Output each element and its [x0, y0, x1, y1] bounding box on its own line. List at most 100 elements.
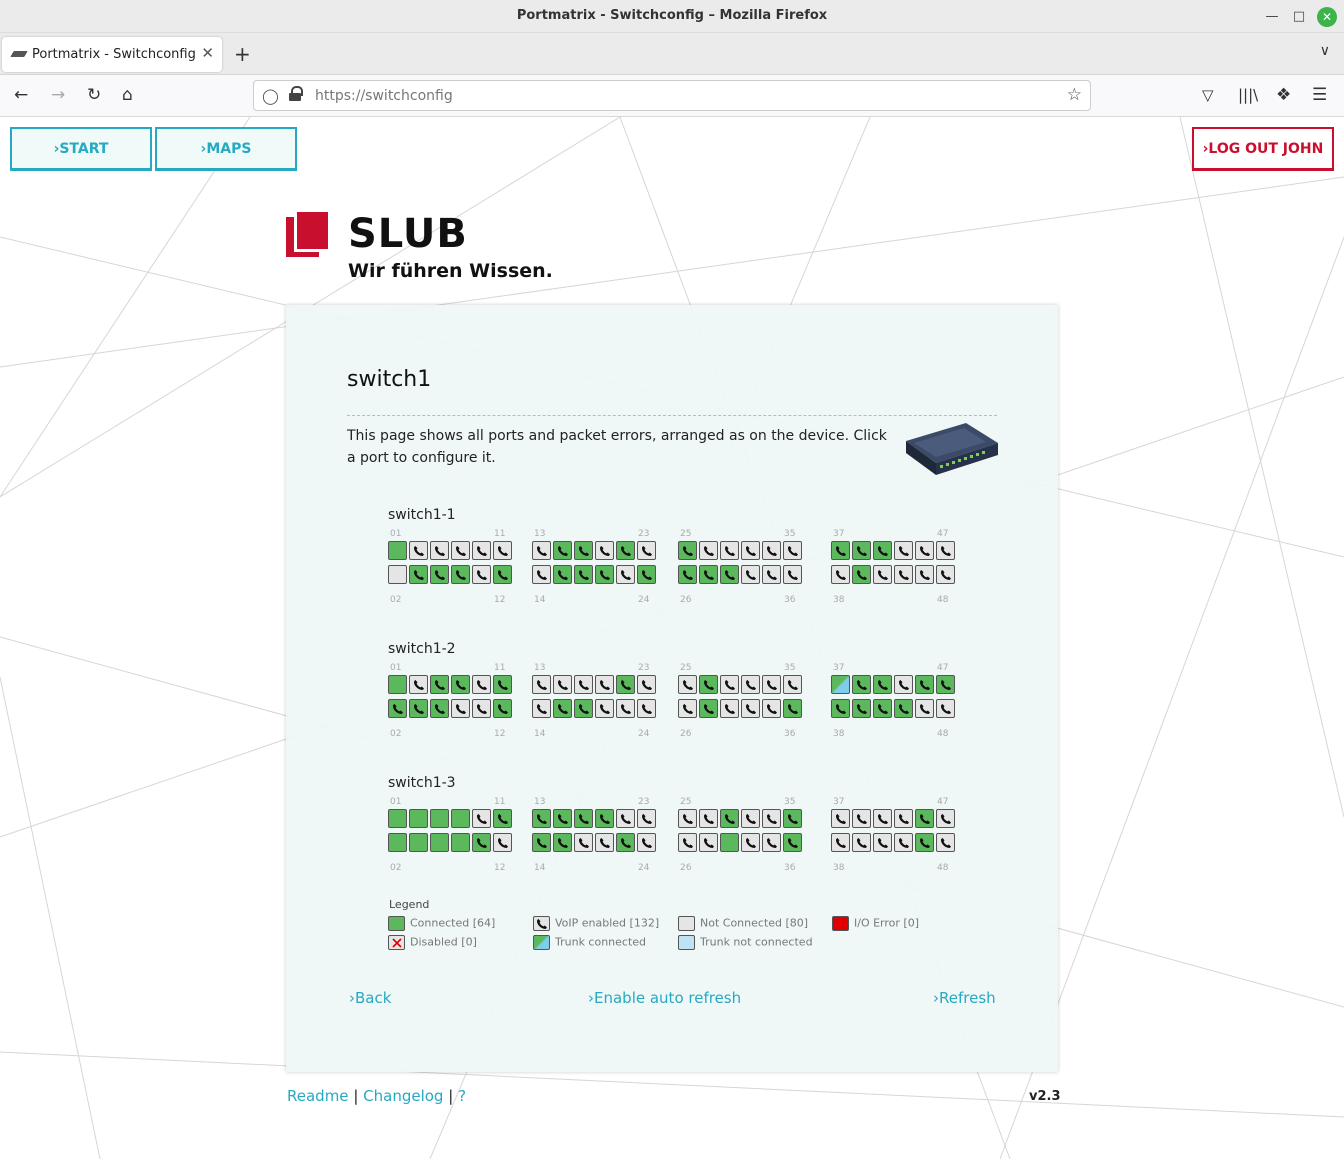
- switch-port[interactable]: [894, 565, 913, 584]
- switch-port[interactable]: [894, 833, 913, 852]
- extensions-icon[interactable]: ❖: [1276, 85, 1291, 105]
- switch-port[interactable]: [936, 809, 955, 828]
- switch-port[interactable]: [936, 699, 955, 718]
- switch-port[interactable]: [451, 833, 470, 852]
- refresh-link[interactable]: ›Refresh: [933, 989, 996, 1007]
- switch-port[interactable]: [553, 809, 572, 828]
- switch-port[interactable]: [595, 809, 614, 828]
- forward-icon[interactable]: →: [51, 85, 65, 105]
- switch-port[interactable]: [852, 675, 871, 694]
- switch-port[interactable]: [873, 541, 892, 560]
- switch-port[interactable]: [637, 833, 656, 852]
- home-icon[interactable]: ⌂: [122, 85, 133, 105]
- switch-port[interactable]: [699, 675, 718, 694]
- switch-port[interactable]: [678, 675, 697, 694]
- switch-port[interactable]: [678, 565, 697, 584]
- switch-port[interactable]: [637, 675, 656, 694]
- switch-port[interactable]: [852, 565, 871, 584]
- switch-port[interactable]: [595, 699, 614, 718]
- switch-port[interactable]: [873, 675, 892, 694]
- switch-port[interactable]: [936, 541, 955, 560]
- switch-port[interactable]: [852, 833, 871, 852]
- switch-port[interactable]: [915, 809, 934, 828]
- switch-port[interactable]: [783, 809, 802, 828]
- switch-port[interactable]: [699, 541, 718, 560]
- switch-port[interactable]: [430, 675, 449, 694]
- maximize-icon[interactable]: □: [1289, 7, 1309, 27]
- switch-port[interactable]: [595, 833, 614, 852]
- reload-icon[interactable]: ↻: [87, 85, 101, 105]
- switch-port[interactable]: [472, 833, 491, 852]
- switch-port[interactable]: [595, 541, 614, 560]
- browser-tab[interactable]: Portmatrix - Switchconfig ✕: [2, 37, 222, 72]
- switch-port[interactable]: [678, 809, 697, 828]
- switch-port[interactable]: [451, 699, 470, 718]
- switch-port[interactable]: [532, 565, 551, 584]
- switch-port[interactable]: [678, 541, 697, 560]
- switch-port[interactable]: [783, 699, 802, 718]
- changelog-link[interactable]: Changelog: [363, 1087, 443, 1105]
- switch-port[interactable]: [553, 541, 572, 560]
- switch-port[interactable]: [616, 833, 635, 852]
- back-icon[interactable]: ←: [14, 85, 28, 105]
- switch-port[interactable]: [493, 699, 512, 718]
- auto-refresh-link[interactable]: ›Enable auto refresh: [588, 989, 741, 1007]
- switch-port[interactable]: [388, 565, 407, 584]
- switch-port[interactable]: [409, 565, 428, 584]
- switch-port[interactable]: [493, 565, 512, 584]
- switch-port[interactable]: [762, 809, 781, 828]
- switch-port[interactable]: [936, 565, 955, 584]
- switch-port[interactable]: [699, 833, 718, 852]
- close-window-icon[interactable]: ✕: [1317, 7, 1337, 27]
- switch-port[interactable]: [831, 541, 850, 560]
- switch-port[interactable]: [720, 675, 739, 694]
- maps-button[interactable]: ›MAPS: [155, 127, 297, 171]
- switch-port[interactable]: [852, 699, 871, 718]
- switch-port[interactable]: [741, 675, 760, 694]
- switch-port[interactable]: [616, 675, 635, 694]
- switch-port[interactable]: [430, 699, 449, 718]
- switch-port[interactable]: [936, 675, 955, 694]
- bookmark-star-icon[interactable]: ☆: [1067, 85, 1082, 105]
- switch-port[interactable]: [783, 541, 802, 560]
- switch-port[interactable]: [388, 809, 407, 828]
- switch-port[interactable]: [637, 699, 656, 718]
- lock-icon[interactable]: [289, 86, 303, 101]
- shield-icon[interactable]: ◯: [262, 87, 279, 105]
- switch-port[interactable]: [532, 699, 551, 718]
- switch-port[interactable]: [553, 833, 572, 852]
- switch-port[interactable]: [678, 833, 697, 852]
- minimize-icon[interactable]: —: [1262, 7, 1282, 27]
- switch-port[interactable]: [894, 675, 913, 694]
- switch-port[interactable]: [388, 675, 407, 694]
- switch-port[interactable]: [699, 565, 718, 584]
- switch-port[interactable]: [783, 675, 802, 694]
- switch-port[interactable]: [741, 699, 760, 718]
- switch-port[interactable]: [741, 565, 760, 584]
- switch-port[interactable]: [553, 565, 572, 584]
- library-icon[interactable]: |||\: [1238, 85, 1258, 105]
- switch-port[interactable]: [741, 809, 760, 828]
- switch-port[interactable]: [532, 675, 551, 694]
- switch-port[interactable]: [409, 541, 428, 560]
- switch-port[interactable]: [574, 675, 593, 694]
- start-button[interactable]: ›START: [10, 127, 152, 171]
- switch-port[interactable]: [388, 833, 407, 852]
- help-link[interactable]: ?: [458, 1087, 466, 1105]
- switch-port[interactable]: [637, 565, 656, 584]
- switch-port[interactable]: [409, 833, 428, 852]
- switch-port[interactable]: [451, 675, 470, 694]
- switch-port[interactable]: [720, 565, 739, 584]
- pocket-icon[interactable]: ▽: [1202, 85, 1214, 105]
- switch-port[interactable]: [388, 541, 407, 560]
- switch-port[interactable]: [873, 809, 892, 828]
- switch-port[interactable]: [699, 699, 718, 718]
- switch-port[interactable]: [472, 541, 491, 560]
- switch-port[interactable]: [595, 565, 614, 584]
- switch-port[interactable]: [720, 833, 739, 852]
- switch-port[interactable]: [532, 809, 551, 828]
- switch-port[interactable]: [574, 833, 593, 852]
- switch-port[interactable]: [430, 809, 449, 828]
- new-tab-icon[interactable]: +: [234, 42, 251, 66]
- switch-port[interactable]: [762, 541, 781, 560]
